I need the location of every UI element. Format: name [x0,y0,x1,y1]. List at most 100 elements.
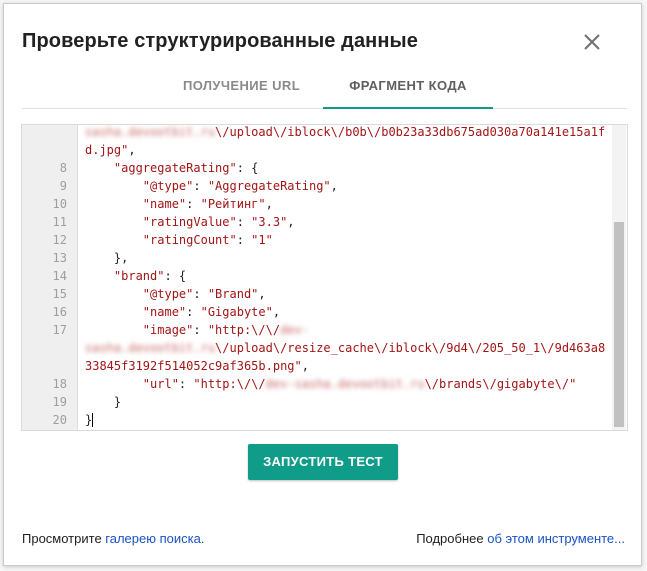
code-string-token: 33845f3192f514052c9af365b.png" [85,359,302,373]
code-token: : { [236,161,259,175]
line-number: 10 [52,197,67,211]
code-string-token: \/upload\/iblock\/b0b\/b0b23a33db675ad03… [215,125,606,139]
code-token: , [330,179,338,193]
code-token: } [85,413,93,427]
code-string-token: "ratingValue" [142,215,237,229]
search-gallery-link[interactable]: галерею поиска. [105,531,204,546]
redacted-domain: sasha.devootbit.ru [85,125,216,139]
code-token: : [193,179,208,193]
code-string-token: "image" [142,323,194,337]
scrollbar-thumb[interactable] [614,222,624,427]
code-string-token: "Gigabyte" [200,305,273,319]
code-string-token: d.jpg" [85,143,129,157]
line-number: 12 [52,233,67,247]
code-token: , [265,197,273,211]
footer-about-prefix: Подробнее [416,531,488,546]
line-number: 15 [52,287,67,301]
code-token: : [236,233,252,247]
code-string-token: "aggregateRating" [113,161,237,175]
code-line: "ratingValue": "3.3", [85,215,295,229]
close-icon[interactable] [579,29,605,55]
run-test-button[interactable]: ЗАПУСТИТЬ ТЕСТ [248,444,398,480]
code-line: "aggregateRating": { [85,161,259,175]
tab-fetch-url[interactable]: ПОЛУЧЕНИЕ URL [164,64,319,108]
redacted-domain: dev-sasha.devootbit.ru [265,377,425,391]
code-token: : [193,287,208,301]
code-line: "name": "Gigabyte", [85,305,280,319]
line-number: 17 [52,323,67,337]
code-line: } [85,395,121,409]
code-line: "@type": "AggregateRating", [85,179,338,193]
code-token: : { [164,269,187,283]
code-string-token: "3.3" [251,215,288,229]
code-line: } [85,413,94,427]
line-number-gutter: 8 9 10 11 12 13 14 15 16 17 18 19 20 [22,125,78,430]
line-number: 14 [52,269,67,283]
code-string-token: "Brand" [207,287,259,301]
line-number: 8 [59,161,67,175]
redacted-domain: dev- [280,323,309,337]
code-line: sasha.devootbit.ru\/upload\/iblock\/b0b\… [85,125,605,139]
code-line: "ratingCount": "1" [85,233,273,247]
code-line: 33845f3192f514052c9af365b.png", [85,359,309,373]
code-string-token: "url" [142,377,179,391]
tab-bar: ПОЛУЧЕНИЕ URL ФРАГМЕНТ КОДА [22,64,627,109]
code-string-token: "name" [142,197,187,211]
code-string-token: "brand" [113,269,165,283]
footer-gallery-prefix: Просмотрите [22,531,106,546]
code-string-token: "1" [251,233,273,247]
code-string-token: "ratingCount" [142,233,237,247]
line-number: 16 [52,305,67,319]
code-token: , [301,359,309,373]
line-number: 18 [52,377,67,391]
code-token: : [186,197,201,211]
code-string-token: "name" [142,305,187,319]
about-tool-link[interactable]: об этом инструменте... [487,531,625,546]
code-line: sasha.devootbit.ru\/upload\/resize_cache… [85,341,605,355]
line-number: 13 [52,251,67,265]
code-token: : [236,215,252,229]
code-string-token: "@type" [142,287,194,301]
close-button[interactable] [579,29,605,55]
code-line: "image": "http:\/\/dev- [85,323,309,337]
code-string-token: "http:\/\/ [207,323,281,337]
code-string-token: \/upload\/resize_cache\/iblock\/9d4\/205… [215,341,606,355]
line-number: 11 [52,215,67,229]
line-number: 20 [52,413,67,427]
code-line: "@type": "Brand", [85,287,266,301]
code-string-token: "http:\/\/ [193,377,266,391]
text-caret [92,413,94,427]
code-token: , [272,305,281,319]
code-line: "url": "http:\/\/dev-sasha.devootbit.ru\… [85,377,577,391]
line-number: 9 [59,179,67,193]
code-token: } [85,395,122,409]
code-token: , [258,287,266,301]
code-editor[interactable]: 8 9 10 11 12 13 14 15 16 17 18 19 20 sasha.devootbit… [21,124,628,431]
code-line: }, [85,251,128,265]
code-string-token: "Рейтинг" [200,197,266,211]
footer-gallery-text: Просмотрите галерею поиска. [22,531,204,546]
tab-code-snippet[interactable]: ФРАГМЕНТ КОДА [323,64,493,109]
dialog-title: Проверьте структурированные данные [22,30,418,52]
code-line: "name": "Рейтинг", [85,197,273,211]
code-line: d.jpg", [85,143,136,157]
line-number: 19 [52,395,67,409]
code-token: , [128,143,136,157]
code-token: : [193,323,208,337]
structured-data-dialog: Проверьте структурированные данные ПОЛУЧ… [3,3,642,566]
code-string-token: "AggregateRating" [207,179,331,193]
code-string-token: \/brands\/gigabyte\/" [424,377,577,391]
code-token: }, [85,251,129,265]
redacted-domain: sasha.devootbit.ru [85,341,216,355]
footer-about-text: Подробнее об этом инструменте... [416,531,625,546]
